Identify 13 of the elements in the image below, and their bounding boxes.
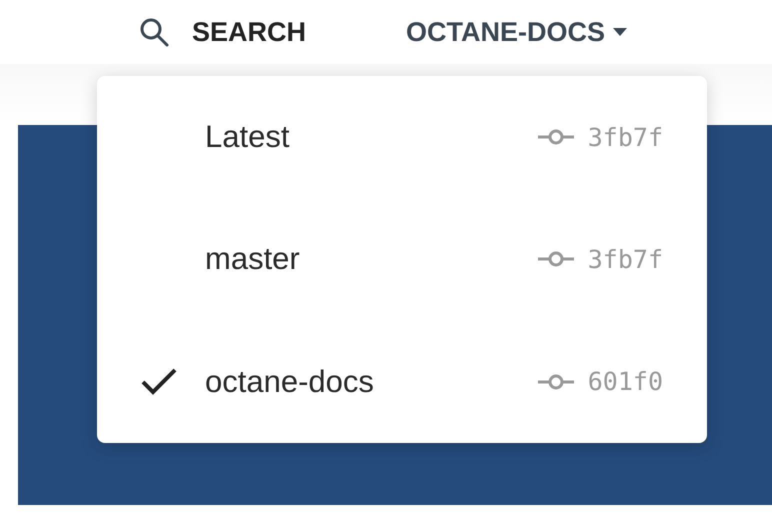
search-icon bbox=[138, 16, 170, 48]
commit-icon bbox=[538, 127, 574, 148]
commit-icon bbox=[538, 249, 574, 270]
version-item[interactable]: Latest 3fb7f bbox=[97, 119, 707, 156]
commit-hash: 3fb7f bbox=[588, 122, 663, 152]
version-item[interactable]: master 3fb7f bbox=[97, 241, 707, 278]
commit-hash: 601f0 bbox=[588, 367, 663, 396]
commit-hash: 3fb7f bbox=[588, 244, 663, 274]
search-button[interactable]: SEARCH bbox=[138, 16, 306, 48]
version-item[interactable]: octane-docs 601f0 bbox=[97, 364, 707, 400]
caret-icon bbox=[613, 28, 628, 36]
commit-icon bbox=[538, 372, 574, 392]
version-dropdown[interactable]: OCTANE-DOCS bbox=[406, 16, 628, 48]
